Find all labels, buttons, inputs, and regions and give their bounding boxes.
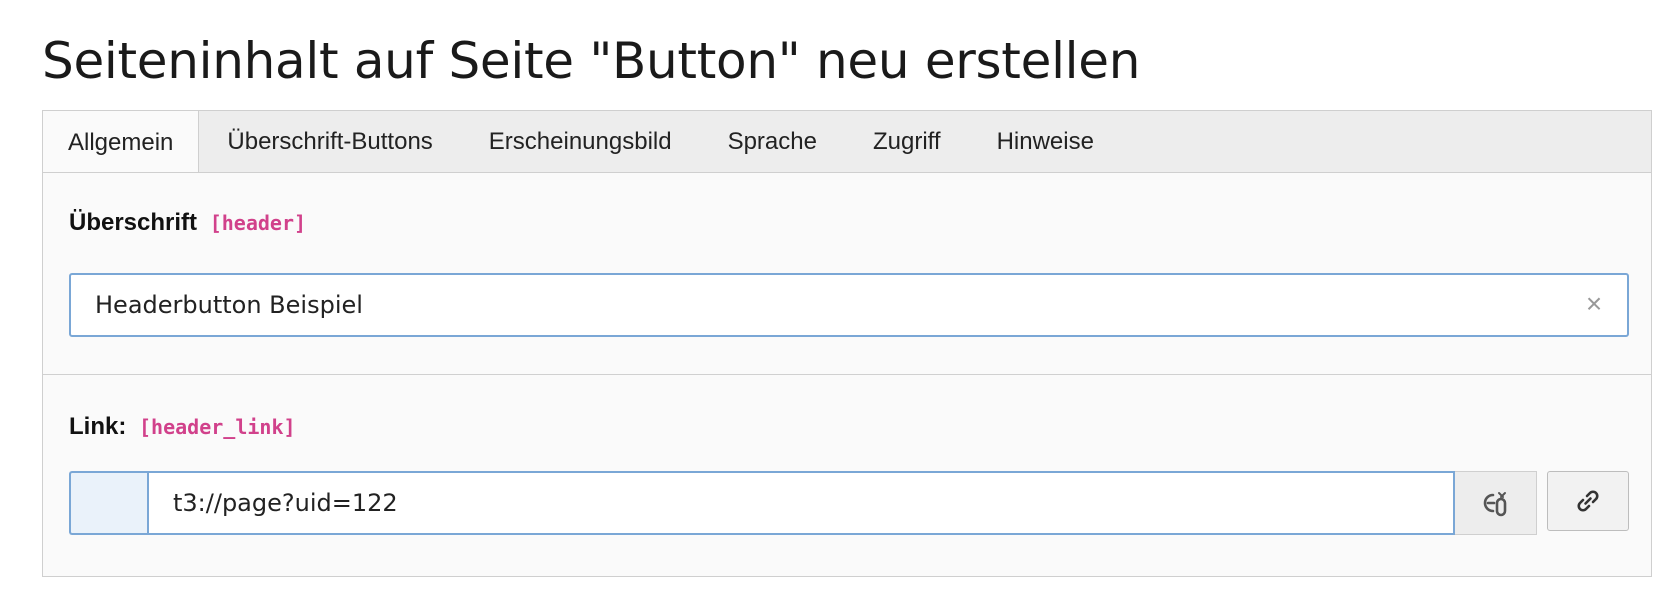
tab-bar: Allgemein Überschrift-Buttons Erscheinun… (42, 110, 1652, 174)
header-link-input[interactable]: t3://page?uid=122 (147, 471, 1455, 535)
tab-ueberschrift-buttons[interactable]: Überschrift-Buttons (199, 111, 460, 173)
header-link-field-label: Link: [header_link] (69, 413, 296, 441)
tab-sprache[interactable]: Sprache (700, 111, 845, 173)
tab-erscheinungsbild[interactable]: Erscheinungsbild (461, 111, 700, 173)
link-type-indicator (69, 471, 149, 535)
header-link-field-section: Link: [header_link] t3://page?uid=122 (43, 375, 1651, 578)
header-link-input-value[interactable]: t3://page?uid=122 (173, 473, 398, 533)
page-title: Seiteninhalt auf Seite "Button" neu erst… (42, 32, 1141, 90)
header-label-text: Überschrift (69, 209, 198, 236)
header-link-label-text: Link: (69, 413, 127, 440)
tab-panel-allgemein: Überschrift [header] Headerbutton Beispi… (42, 172, 1652, 577)
header-field-section: Überschrift [header] Headerbutton Beispi… (43, 173, 1651, 375)
header-field-label: Überschrift [header] (69, 209, 306, 237)
tab-allgemein[interactable]: Allgemein (42, 110, 200, 174)
tab-hinweise[interactable]: Hinweise (969, 111, 1122, 173)
unlink-icon (1483, 492, 1506, 517)
header-field-key: [header] (209, 211, 307, 235)
link-browser-button[interactable] (1547, 471, 1629, 531)
header-input[interactable]: Headerbutton Beispiel × (69, 273, 1629, 337)
header-link-input-group: t3://page?uid=122 (69, 471, 1629, 535)
header-link-field-key: [header_link] (139, 415, 296, 439)
link-icon (1577, 490, 1599, 512)
unlink-button[interactable] (1455, 471, 1537, 535)
header-input-value[interactable]: Headerbutton Beispiel (95, 275, 363, 335)
clear-icon[interactable]: × (1579, 289, 1609, 319)
tab-zugriff[interactable]: Zugriff (845, 111, 969, 173)
